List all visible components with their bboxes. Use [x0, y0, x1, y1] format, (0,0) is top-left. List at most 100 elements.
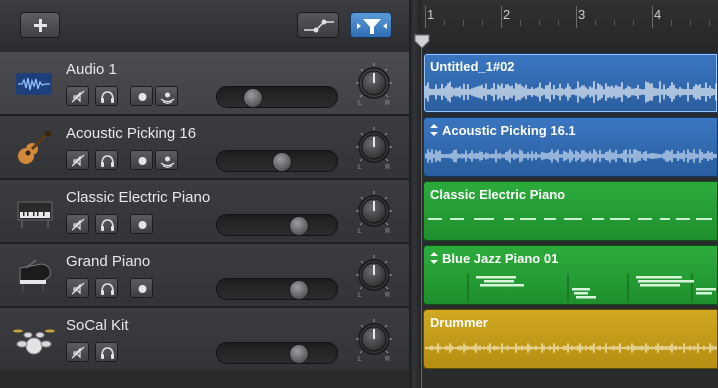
volume-slider[interactable]: [216, 278, 338, 300]
region-title: Acoustic Picking 16.1: [430, 123, 576, 138]
region-title: Classic Electric Piano: [430, 187, 565, 202]
mute-icon: [71, 282, 85, 295]
volume-slider-knob[interactable]: [289, 344, 309, 364]
grand-piano-icon: [19, 259, 51, 292]
region-content: [467, 274, 716, 302]
mute-icon: [71, 90, 85, 103]
track-name[interactable]: Classic Electric Piano: [66, 189, 210, 206]
automation-curve-icon: [304, 19, 334, 33]
track-region[interactable]: Acoustic Picking 16.1: [423, 117, 718, 177]
mute-button[interactable]: [66, 214, 89, 234]
track-header[interactable]: SoCal Kit L R: [0, 308, 409, 372]
loop-arrows-icon: [430, 252, 438, 264]
region-title: Blue Jazz Piano 01: [430, 251, 558, 266]
record-icon: [138, 157, 147, 165]
pan-knob[interactable]: L R: [356, 55, 392, 111]
volume-slider[interactable]: [216, 214, 338, 236]
beat-tick: [671, 20, 672, 26]
header-region-divider[interactable]: [409, 0, 421, 388]
plus-icon: [34, 19, 47, 32]
smart-controls-button[interactable]: [350, 12, 392, 38]
input-monitor-button[interactable]: [155, 86, 178, 106]
mute-button[interactable]: [66, 150, 89, 170]
record-enable-button[interactable]: [130, 86, 153, 106]
track-name[interactable]: Grand Piano: [66, 253, 150, 270]
beat-tick: [709, 20, 710, 26]
bar-number: 4: [654, 7, 662, 22]
region-title-text: Drummer: [430, 315, 488, 330]
record-enable-button[interactable]: [130, 214, 153, 234]
track-region[interactable]: Classic Electric Piano: [423, 181, 718, 241]
headphones-icon: [101, 283, 114, 295]
track-header[interactable]: Classic Electric Piano L R: [0, 180, 409, 244]
volume-slider[interactable]: [216, 150, 338, 172]
region-title: Untitled_1#02: [430, 59, 515, 74]
track-name[interactable]: Acoustic Picking 16: [66, 125, 196, 142]
mute-icon: [71, 218, 85, 231]
headphones-icon: [101, 155, 114, 167]
track-header[interactable]: Grand Piano L R: [0, 244, 409, 308]
automation-button[interactable]: [297, 12, 339, 38]
record-enable-button[interactable]: [130, 150, 153, 170]
track-header[interactable]: Audio 1 L R: [0, 52, 409, 116]
bar-number: 2: [503, 7, 511, 22]
solo-button[interactable]: [95, 278, 118, 298]
volume-slider-knob[interactable]: [272, 152, 292, 172]
input-monitor-button[interactable]: [155, 150, 178, 170]
pan-left-label: L: [358, 100, 362, 107]
timeline-ruler[interactable]: 1 2 3 4: [421, 0, 718, 52]
add-track-button[interactable]: [20, 12, 60, 38]
input-monitor-icon: [160, 156, 175, 168]
beat-tick: [633, 20, 634, 26]
input-monitor-icon: [160, 92, 175, 104]
bar-number: 1: [427, 7, 435, 22]
region-content: [425, 149, 717, 163]
solo-button[interactable]: [95, 86, 118, 106]
pan-knob[interactable]: L R: [356, 311, 392, 367]
region-title-text: Acoustic Picking 16.1: [442, 123, 576, 138]
tracks-header-bar: [0, 0, 409, 53]
track-region[interactable]: Untitled_1#02: [423, 53, 718, 113]
volume-slider[interactable]: [216, 86, 338, 108]
track-name[interactable]: Audio 1: [66, 61, 117, 78]
mute-icon: [71, 346, 85, 359]
headphones-icon: [101, 347, 114, 359]
playhead-icon[interactable]: [414, 34, 430, 50]
pan-knob[interactable]: L R: [356, 183, 392, 239]
headphones-icon: [101, 219, 114, 231]
region-title-text: Blue Jazz Piano 01: [442, 251, 559, 266]
volume-slider-knob[interactable]: [289, 216, 309, 236]
beat-tick: [558, 20, 559, 26]
pan-right-label: R: [385, 228, 390, 235]
drum-kit-icon: [13, 329, 55, 355]
mute-button[interactable]: [66, 342, 89, 362]
record-icon: [138, 221, 147, 229]
solo-button[interactable]: [95, 214, 118, 234]
volume-slider-knob[interactable]: [289, 280, 309, 300]
smart-controls-icon: [357, 19, 387, 34]
audio-waveform-icon: [16, 73, 52, 95]
pan-left-label: L: [358, 356, 362, 363]
volume-slider[interactable]: [216, 342, 338, 364]
track-region[interactable]: Blue Jazz Piano 01: [423, 245, 718, 305]
track-header[interactable]: Acoustic Picking 16 L R: [0, 116, 409, 180]
pan-knob[interactable]: L R: [356, 247, 392, 303]
record-icon: [138, 93, 147, 101]
region-content: [428, 218, 712, 220]
track-name[interactable]: SoCal Kit: [66, 317, 129, 334]
mute-button[interactable]: [66, 278, 89, 298]
beat-tick: [463, 20, 464, 26]
mute-button[interactable]: [66, 86, 89, 106]
solo-button[interactable]: [95, 150, 118, 170]
beat-tick: [690, 20, 691, 26]
pan-knob[interactable]: L R: [356, 119, 392, 175]
solo-button[interactable]: [95, 342, 118, 362]
volume-slider-knob[interactable]: [243, 88, 263, 108]
beat-tick: [482, 20, 483, 26]
beat-tick: [444, 20, 445, 26]
bar-tick: [501, 6, 502, 28]
track-region[interactable]: Drummer: [423, 309, 718, 369]
bar-tick: [425, 6, 426, 28]
record-enable-button[interactable]: [130, 278, 153, 298]
garageband-tracks-window: 1 2 3 4 Audio 1 L R Acoustic Picking 16 …: [0, 0, 718, 388]
